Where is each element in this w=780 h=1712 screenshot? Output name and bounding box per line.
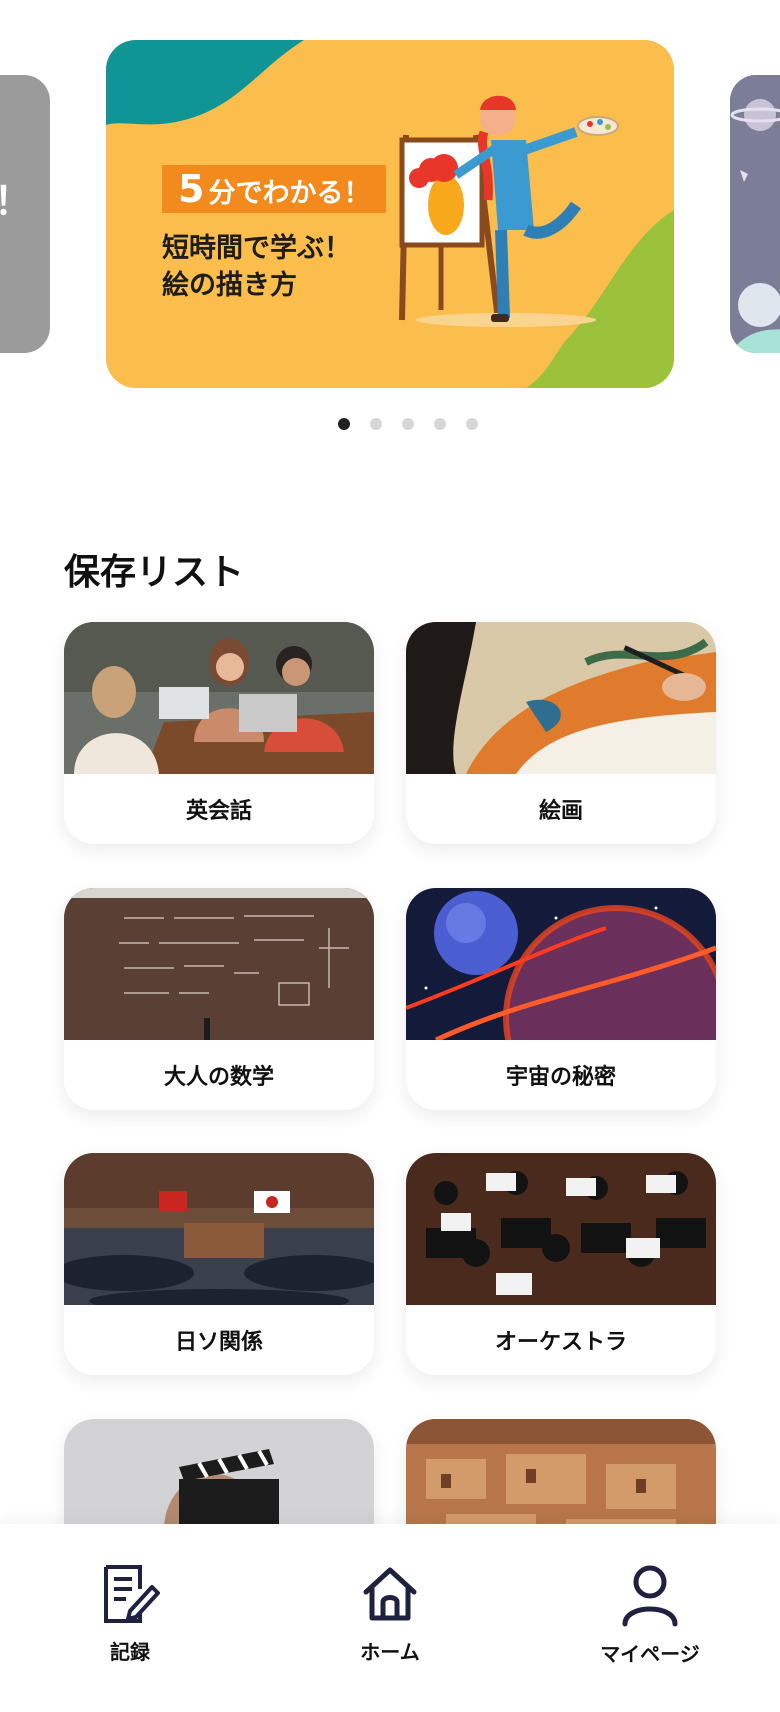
pagination-dot-4[interactable] xyxy=(434,418,446,430)
card-label: 絵画 xyxy=(538,799,583,824)
nav-home-label: ホーム xyxy=(360,1640,420,1664)
nav-mypage[interactable]: マイページ xyxy=(570,1562,730,1667)
card-thumbnail xyxy=(64,1153,374,1305)
carousel-prev-slide[interactable]: 紀！ xyxy=(0,75,50,353)
card-label: 日ソ関係 xyxy=(174,1330,263,1355)
carousel-pagination xyxy=(0,418,780,430)
saved-card-space-secrets[interactable]: 宇宙の秘密 xyxy=(406,888,716,1110)
card-thumbnail xyxy=(64,888,374,1040)
headline-line-1: 短時間で学ぶ！ xyxy=(162,233,351,264)
document-pen-icon xyxy=(104,1565,160,1623)
carousel-slide-painting[interactable]: 5 分でわかる！ 短時間で学ぶ！ 絵の描き方 xyxy=(106,40,674,388)
nav-home[interactable]: ホーム xyxy=(310,1560,470,1665)
pagination-dot-2[interactable] xyxy=(370,418,382,430)
card-thumbnail xyxy=(64,622,374,774)
nav-mypage-label: マイページ xyxy=(600,1642,700,1666)
saved-card-japan-soviet-relations[interactable]: 日ソ関係 xyxy=(64,1153,374,1375)
bottom-navigation: 記録 ホーム マイページ xyxy=(0,1524,780,1712)
card-label: 大人の数学 xyxy=(163,1065,274,1090)
carousel-next-slide[interactable] xyxy=(730,75,780,353)
home-icon xyxy=(363,1567,417,1621)
saved-list-title: 保存リスト xyxy=(64,552,245,593)
card-label: 宇宙の秘密 xyxy=(505,1065,616,1090)
card-label: オーケストラ xyxy=(494,1330,627,1355)
slide-illustration xyxy=(106,40,674,388)
card-thumbnail xyxy=(406,622,716,774)
prev-slide-text: 紀！ xyxy=(0,170,32,225)
app-screen: 紀！ xyxy=(0,0,780,1712)
banner-carousel[interactable]: 紀！ xyxy=(0,0,780,460)
saved-card-english-conversation[interactable]: 英会話 xyxy=(64,622,374,844)
slide-headline: 短時間で学ぶ！ 絵の描き方 xyxy=(162,230,392,304)
nav-records-label: 記録 xyxy=(110,1640,150,1664)
person-icon xyxy=(622,1565,678,1627)
saved-card-adult-math[interactable]: 大人の数学 xyxy=(64,888,374,1110)
card-label: 英会話 xyxy=(185,799,252,824)
pagination-dot-1[interactable] xyxy=(338,418,350,430)
pagination-dot-5[interactable] xyxy=(466,418,478,430)
badge-number: 5 xyxy=(178,167,205,211)
space-illustration xyxy=(730,75,780,353)
pagination-dot-3[interactable] xyxy=(402,418,414,430)
card-thumbnail xyxy=(406,1153,716,1305)
card-thumbnail xyxy=(406,888,716,1040)
nav-records[interactable]: 記録 xyxy=(50,1560,210,1665)
badge-text: 分でわかる！ xyxy=(208,178,371,209)
saved-card-orchestra[interactable]: オーケストラ xyxy=(406,1153,716,1375)
saved-card-painting[interactable]: 絵画 xyxy=(406,622,716,844)
slide-badge: 5 分でわかる！ xyxy=(162,165,387,213)
headline-line-2: 絵の描き方 xyxy=(162,270,297,301)
